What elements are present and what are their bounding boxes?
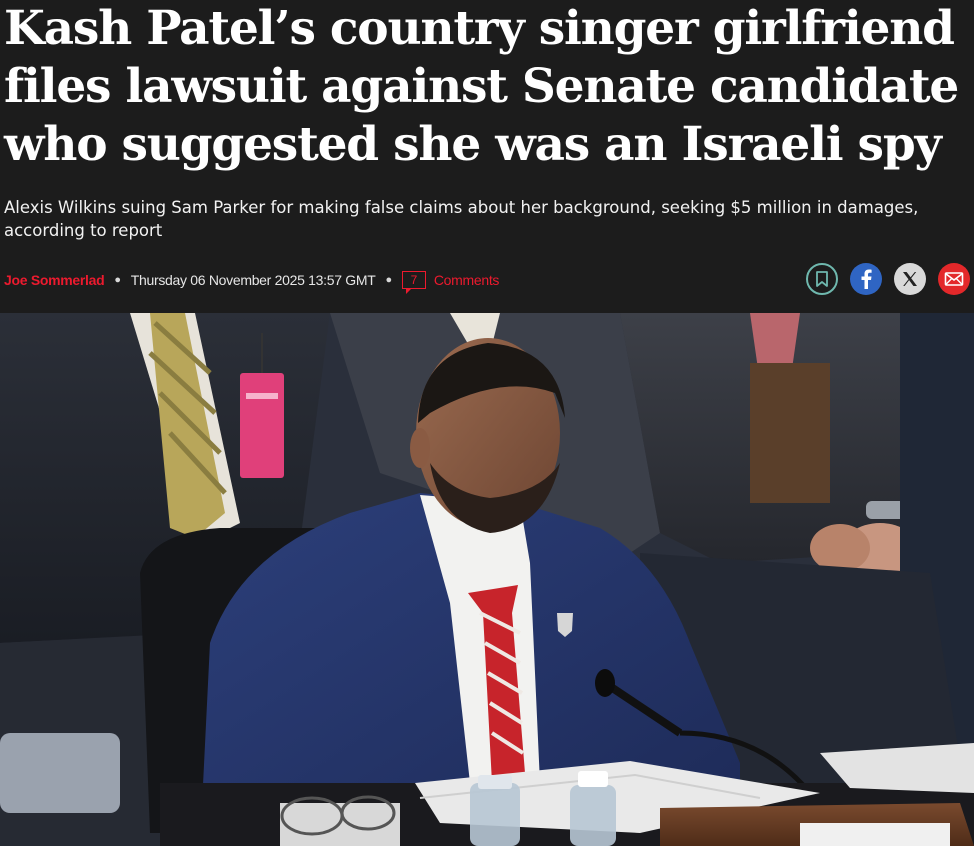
comment-count-badge: 7 [401,271,426,294]
separator-dot: ● [385,274,392,286]
facebook-share-button[interactable] [850,263,882,295]
headline: Kash Patel’s country singer girlfriend f… [4,1,959,172]
x-share-button[interactable] [894,263,926,295]
author-link[interactable]: Joe Sommerlad [4,272,105,288]
hearing-photo-illustration [0,313,974,846]
bookmark-button[interactable] [806,263,838,295]
standfirst: Alexis Wilkins suing Sam Parker for maki… [4,198,919,240]
facebook-icon [861,269,872,289]
byline: Joe Sommerlad ● Thursday 06 November 202… [4,268,500,294]
publish-date: Thursday 06 November 2025 13:57 GMT [130,272,376,288]
email-icon [944,272,964,286]
bookmark-icon [816,271,828,287]
email-share-button[interactable] [938,263,970,295]
comments-link[interactable]: 7 Comments [401,271,500,294]
share-bar [806,263,970,295]
comments-label: Comments [433,272,500,288]
separator-dot: ● [114,274,121,286]
lead-photo [0,313,974,846]
x-icon [903,272,917,286]
